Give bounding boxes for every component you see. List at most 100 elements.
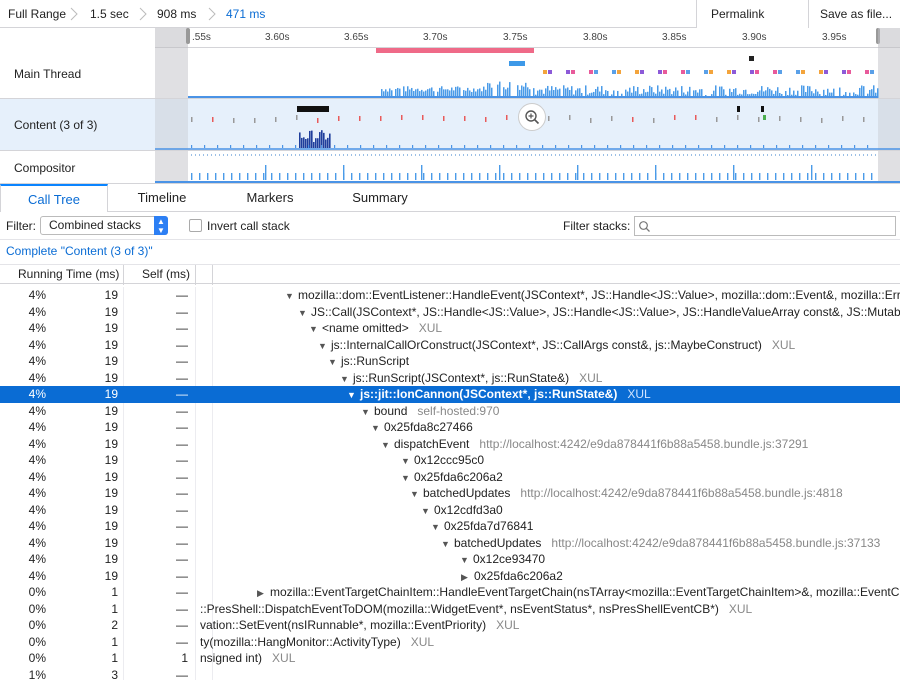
activity-bar [247,173,249,180]
running-ms: 19 [104,436,118,451]
tree-row[interactable]: 4% 19 — ▼ mozilla::dom::EventListener::Handl… [0,287,900,304]
tab-summary[interactable]: Summary [324,184,436,212]
complete-thread-link[interactable]: Complete "Content (3 of 3)" [6,244,153,258]
activity-bar [667,154,668,156]
twisty-expanded-icon[interactable]: ▼ [371,420,382,436]
stack-type-select[interactable]: Combined stacks ▲ ▼ [40,216,168,235]
track-compositor[interactable]: Compositor [0,151,900,184]
permalink-button[interactable]: Permalink [696,0,808,28]
tree-row[interactable]: 0% 1 1 nsigned int) XUL [0,650,900,667]
twisty-expanded-icon[interactable]: ▼ [285,288,296,304]
function-name: 0x12ccc95c0 [414,453,485,467]
activity-bar [483,154,484,156]
activity-bar [687,154,688,156]
tree-row[interactable]: 4% 19 — ▼ 0x12ccc95c0 [0,452,900,469]
twisty-expanded-icon[interactable]: ▼ [460,552,471,568]
library-name: XUL [410,634,435,649]
library-name: XUL [728,601,753,616]
twisty-expanded-icon[interactable]: ▼ [340,371,351,387]
twisty-expanded-icon[interactable]: ▼ [298,305,309,321]
tree-row[interactable]: 4% 19 — ▼ bound self-hosted:970 [0,403,900,420]
tree-row[interactable]: 0% 1 — ty(mozilla::HangMonitor::ActivityTyp… [0,634,900,651]
save-as-file-button[interactable]: Save as file... [808,0,900,28]
tree-row[interactable]: 4% 19 — ▼ JS::Call(JSContext*, JS::Handle<JS… [0,304,900,321]
filter-stacks-input[interactable] [634,216,896,236]
track-content[interactable]: Content (3 of 3) [0,99,900,151]
activity-bar [815,154,816,156]
twisty-expanded-icon[interactable]: ▼ [361,404,372,420]
tree-row[interactable]: 4% 19 — ▼ 0x25fda8c27466 [0,419,900,436]
timeline-panel[interactable]: .55s 3.60s 3.65s 3.70s 3.75s 3.80s 3.85s… [0,28,900,184]
column-self[interactable]: Self (ms) [142,267,190,281]
tree-row[interactable]: 4% 19 — ▼ 0x12ce93470 [0,551,900,568]
tab-timeline[interactable]: Timeline [108,184,216,212]
running-ms: 19 [104,370,118,385]
activity-bar [863,154,864,156]
activity-bar [583,154,584,156]
tree-row[interactable]: 4% 19 — ▼ dispatchEvent http://localhost:4242… [0,436,900,453]
library-name: self-hosted:970 [417,403,500,418]
activity-bar [423,173,425,180]
tree-row[interactable]: 4% 19 — ▼ batchedUpdates http://localhost:424… [0,485,900,502]
breadcrumb-471-ms[interactable]: 471 ms [226,0,265,28]
zoom-button[interactable] [518,103,546,131]
activity-bar [571,154,572,156]
twisty-expanded-icon[interactable]: ▼ [328,354,339,370]
twisty-expanded-icon[interactable]: ▼ [401,453,412,469]
activity-bar [603,154,604,156]
tree-row[interactable]: 4% 19 — ▼ 0x12cdfd3a0 [0,502,900,519]
twisty-expanded-icon[interactable]: ▼ [441,536,452,552]
tree-row[interactable]: 0% 1 —::PresShell::DispatchEventToDOM(mozi… [0,601,900,618]
twisty-expanded-icon[interactable]: ▼ [381,437,392,453]
breadcrumb-908-ms[interactable]: 908 ms [157,0,196,28]
magnifier-plus-icon [525,110,540,125]
track-main-thread[interactable]: Main Thread [0,48,900,99]
twisty-expanded-icon[interactable]: ▼ [347,387,358,403]
marker [727,70,731,74]
filter-label: Filter: [6,219,36,233]
breadcrumb-1-5-sec[interactable]: 1.5 sec [90,0,129,28]
activity-bar [547,154,548,156]
activity-bar [543,173,545,180]
range-handle-left[interactable] [186,28,190,44]
twisty-expanded-icon[interactable]: ▼ [410,486,421,502]
activity-bar [335,154,336,156]
tree-row[interactable]: 0% 2 — vation::SetEvent(nsIRunnable*, mozil… [0,617,900,634]
tick-label: 3.80s [583,32,608,43]
tree-row[interactable]: 4% 19 — ▼ 0x25fda6c206a2 [0,469,900,486]
tree-row[interactable]: 4% 19 — ▼ batchedUpdates http://localhost:424… [0,535,900,552]
tree-row[interactable]: 4% 19 — ▼ js::InternalCallOrConstruct(JSCont… [0,337,900,354]
function-name: 0x25fda6c206a2 [414,469,503,484]
invert-call-stack-label[interactable]: Invert call stack [207,219,290,233]
tree-row[interactable]: 0% 1 — ▶ mozilla::EventTargetChainItem::Hand… [0,584,900,601]
tree-row[interactable]: 4% 19 — ▼ js::RunScript(JSContext*, js::RunS… [0,370,900,387]
activity-bar [759,173,761,180]
invert-call-stack-checkbox[interactable] [189,219,202,232]
self-ms: — [176,304,188,319]
tree-row[interactable]: 4% 19 — ▼ 0x25fda7d76841 [0,518,900,535]
tree-row[interactable]: 4% 19 — ▼ js::RunScript [0,353,900,370]
tree-row[interactable]: 1% 3 — [0,667,900,680]
activity-bar [391,173,393,180]
twisty-expanded-icon[interactable]: ▼ [431,519,442,535]
twisty-expanded-icon[interactable]: ▼ [309,321,320,337]
running-percent: 4% [28,304,46,319]
twisty-expanded-icon[interactable]: ▼ [318,338,329,354]
tree-row[interactable]: 4% 19 — ▼ js::jit::IonCannon(JSContext*, js:… [0,386,900,403]
marker [422,115,424,120]
breadcrumb-full-range[interactable]: Full Range [8,0,66,28]
call-tree[interactable]: 4% 19— ▼ mozilla::dom::EventListener::Handl… [0,287,900,680]
activity-bar [507,154,508,156]
tab-call-tree[interactable]: Call Tree [0,184,108,213]
column-running-time[interactable]: Running Time (ms) [18,267,119,281]
twisty-collapsed-icon[interactable]: ▶ [257,585,268,601]
activity-bar [491,154,492,156]
tree-row[interactable]: 4% 19 — ▼ <name omitted> XUL [0,320,900,337]
activity-bar [351,173,353,180]
tree-row[interactable]: 4% 19 — ▶ 0x25fda6c206a2 [0,568,900,585]
twisty-expanded-icon[interactable]: ▼ [401,470,412,486]
twisty-expanded-icon[interactable]: ▼ [421,503,432,519]
tab-markers[interactable]: Markers [216,184,324,212]
activity-bar [703,173,705,180]
twisty-collapsed-icon[interactable]: ▶ [461,569,472,585]
